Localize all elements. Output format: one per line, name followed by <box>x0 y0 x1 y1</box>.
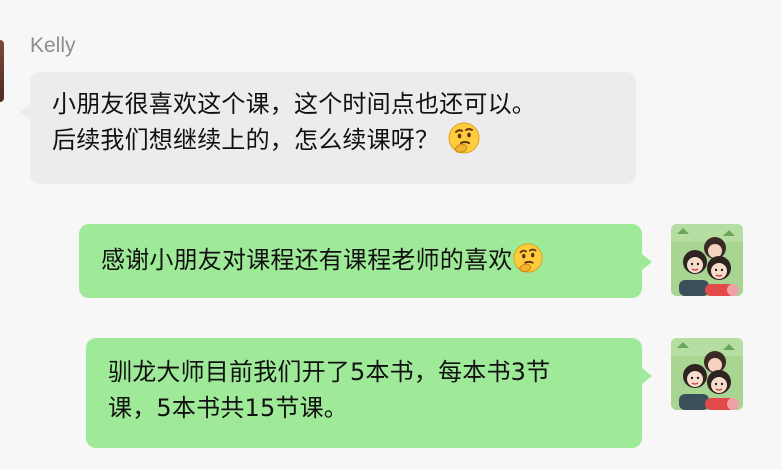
thinking-face-icon <box>512 242 544 274</box>
message-line: 驯龙大师目前我们开了5本书，每本书3节 <box>108 358 551 386</box>
message-line-with-emoji: 后续我们想继续上的，怎么续课呀？ <box>52 122 614 158</box>
sender-avatar-partial[interactable] <box>0 40 4 102</box>
message-line: 小朋友很喜欢这个课，这个时间点也还可以。 <box>52 90 536 118</box>
chat-window: Kelly 小朋友很喜欢这个课，这个时间点也还可以。 后续我们想继续上的，怎么续… <box>0 0 782 470</box>
my-avatar[interactable] <box>671 338 743 410</box>
outgoing-message-bubble[interactable]: 驯龙大师目前我们开了5本书，每本书3节 课，5本书共15节课。 <box>86 338 652 448</box>
message-line: 后续我们想继续上的，怎么续课呀？ <box>52 126 440 154</box>
outgoing-message-bubble[interactable]: 感谢小朋友对课程还有课程老师的喜欢 <box>79 224 652 298</box>
message-line: 课，5本书共15节课。 <box>108 394 349 422</box>
my-avatar[interactable] <box>671 224 743 296</box>
message-line: 感谢小朋友对课程还有课程老师的喜欢 <box>101 246 513 274</box>
sender-name: Kelly <box>30 34 76 57</box>
incoming-message-bubble[interactable]: 小朋友很喜欢这个课，这个时间点也还可以。 后续我们想继续上的，怎么续课呀？ <box>20 72 636 184</box>
message-line-with-emoji: 感谢小朋友对课程还有课程老师的喜欢 <box>101 242 620 278</box>
thinking-face-icon <box>447 121 481 155</box>
